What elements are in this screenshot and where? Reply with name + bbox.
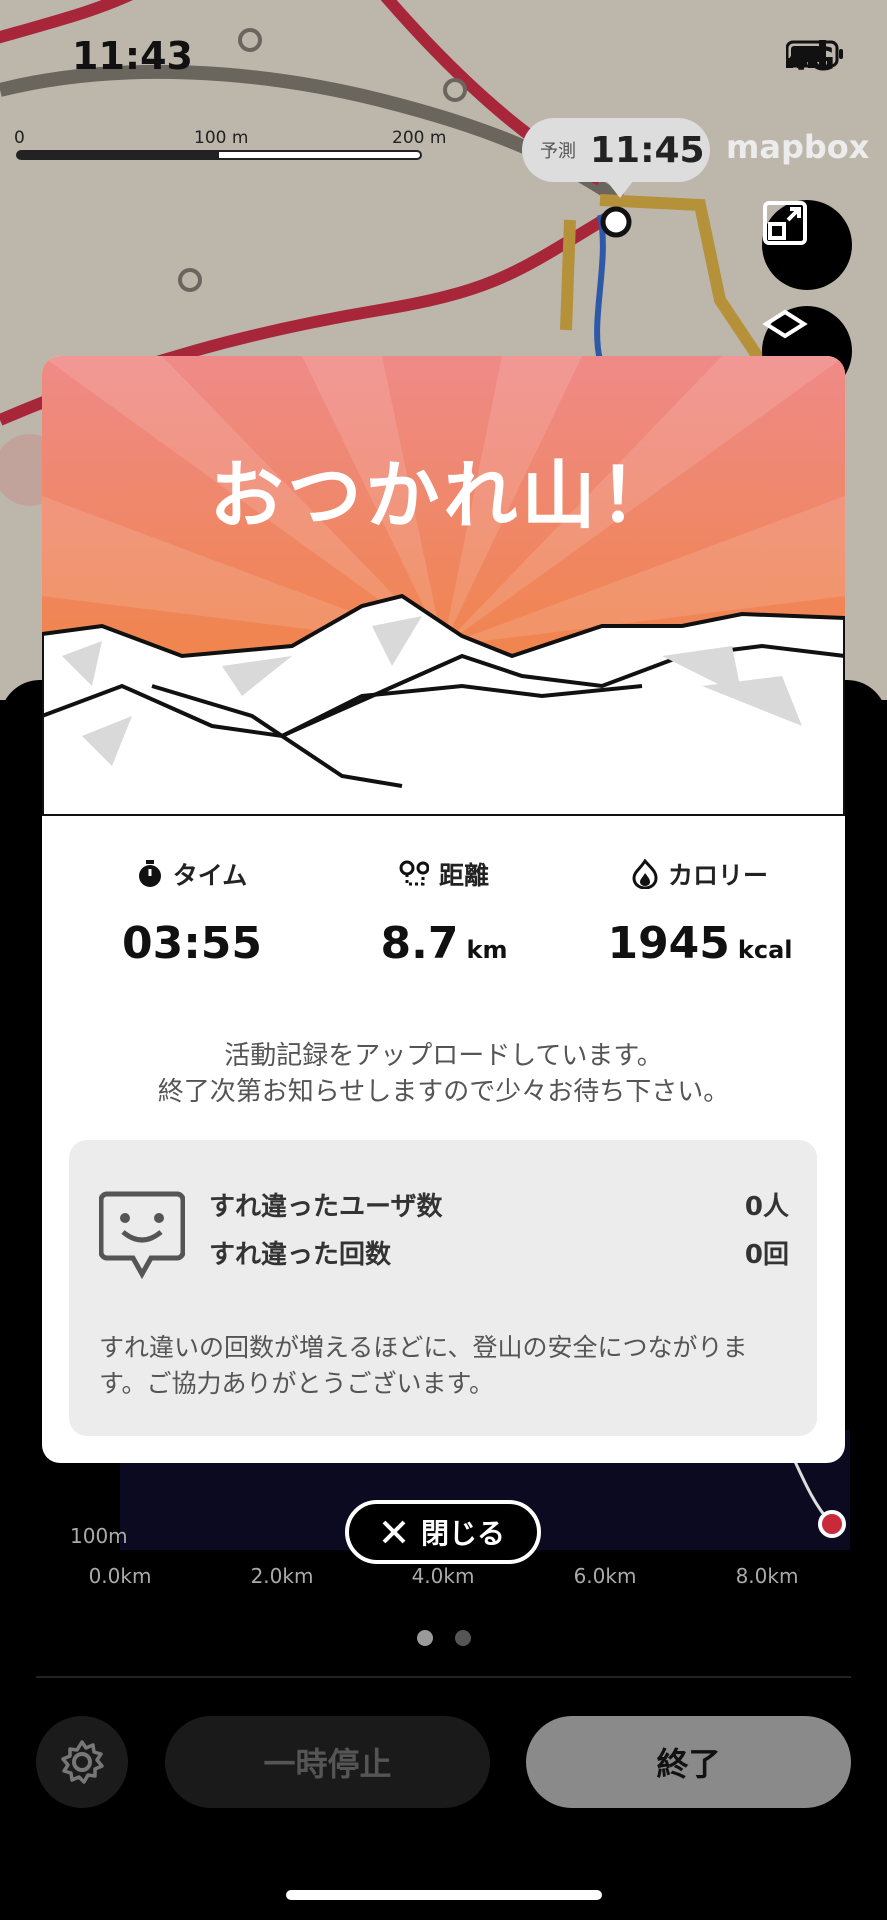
x-axis-label-8: 8.0km [735, 1564, 799, 1588]
home-indicator [286, 1890, 602, 1900]
stat-distance: 距離 8.7 km [324, 856, 564, 969]
hero-illustration: おつかれ山！ [42, 356, 845, 816]
encounter-count-value: 0回 [744, 1240, 789, 1270]
modal-title: おつかれ山！ [209, 453, 678, 539]
encounter-summary: すれ違ったユーザ数 0人 すれ違った回数 0回 すれ違いの回数が増えるほどに、登… [69, 1140, 817, 1436]
eta-label: 予測 [540, 141, 576, 162]
x-axis-label-2: 2.0km [250, 1564, 314, 1588]
encounter-count-label: すれ違った回数 [209, 1240, 392, 1270]
layers-icon [762, 309, 808, 339]
end-activity-button[interactable]: 終了 [526, 1716, 851, 1808]
encounter-users-value: 0人 [744, 1192, 789, 1222]
settings-button[interactable] [36, 1716, 128, 1808]
encounter-note: すれ違いの回数が増えるほどに、登山の安全につながります。ご協力ありがとうございま… [99, 1333, 748, 1398]
upload-message-line-2: 終了次第お知らせしますので少々お待ち下さい。 [157, 1077, 730, 1107]
stopwatch-icon [138, 860, 161, 887]
y-axis-label: 100m [70, 1524, 128, 1548]
page-dot-2[interactable] [454, 1630, 471, 1646]
page-dot-1[interactable] [416, 1630, 433, 1646]
stat-time-label: タイム [172, 861, 248, 890]
stat-distance-value: 8.7 [380, 918, 459, 969]
page-indicator [0, 1630, 887, 1646]
stat-calories-unit: kcal [737, 936, 793, 964]
completion-modal: おつかれ山！ タイム 03:55 距離 8.7 km カロリー 1945 kca… [42, 356, 845, 1463]
stat-calories-value: 1945 [607, 918, 730, 969]
fit-bounds-icon [763, 201, 807, 245]
status-indicators: 4G [786, 40, 844, 78]
current-position-marker [818, 1510, 846, 1538]
encounter-users-row: すれ違ったユーザ数 0人 [209, 1186, 789, 1223]
close-button[interactable]: 閉じる [345, 1500, 541, 1564]
scale-label-200: 200 m [392, 128, 447, 148]
fit-route-button[interactable] [762, 200, 852, 290]
controls-divider [36, 1676, 851, 1678]
upload-status-message: 活動記録をアップロードしています。 終了次第お知らせしますので少々お待ち下さい。 [42, 1038, 845, 1110]
gear-icon [61, 1740, 104, 1784]
eta-time: 11:45 [590, 129, 705, 171]
upload-message-line-1: 活動記録をアップロードしています。 [224, 1041, 663, 1071]
x-axis-label-6: 6.0km [573, 1564, 637, 1588]
stat-calories: カロリー 1945 kcal [580, 856, 820, 969]
close-button-label: 閉じる [420, 1517, 505, 1550]
encounter-users-label: すれ違ったユーザ数 [209, 1192, 443, 1222]
route-pin-icon [399, 860, 429, 886]
stat-distance-label: 距離 [438, 861, 489, 890]
status-time: 11:43 [72, 34, 193, 78]
battery-icon [786, 40, 844, 68]
x-axis-label-4: 4.0km [411, 1564, 475, 1588]
scale-label-100: 100 m [194, 128, 249, 148]
mapbox-attribution: mapbox [726, 128, 870, 166]
encounter-face-icon [99, 1191, 185, 1280]
map-scale-bar [16, 150, 422, 160]
flame-icon [632, 859, 658, 889]
x-axis-label-0: 0.0km [88, 1564, 152, 1588]
encounter-count-row: すれ違った回数 0回 [209, 1234, 789, 1271]
stat-time: タイム 03:55 [72, 856, 312, 969]
stat-calories-label: カロリー [667, 861, 768, 890]
close-icon [382, 1520, 406, 1544]
stat-distance-unit: km [466, 936, 508, 964]
eta-bubble: 予測 11:45 [522, 118, 710, 198]
stat-time-value: 03:55 [121, 918, 263, 969]
pause-button[interactable]: 一時停止 [165, 1716, 490, 1808]
scale-label-0: 0 [14, 128, 25, 148]
